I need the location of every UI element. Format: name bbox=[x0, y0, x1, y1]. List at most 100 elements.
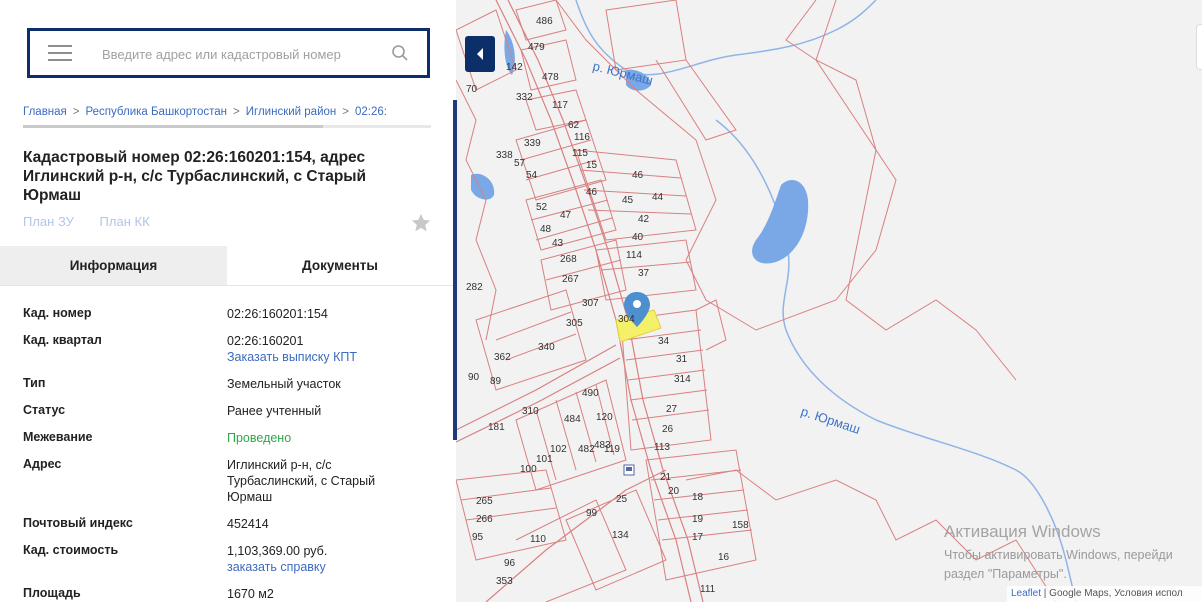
plan-kk-link[interactable]: План КК bbox=[100, 214, 150, 229]
river-label: р. Юрмаш bbox=[591, 58, 654, 87]
menu-icon[interactable] bbox=[48, 45, 72, 63]
parcel-number: 46 bbox=[632, 170, 644, 181]
prop-cad-cost: Кад. стоимость 1,103,369.00 руб. заказать… bbox=[23, 543, 433, 586]
search-icon[interactable] bbox=[391, 44, 409, 62]
chevron-left-icon bbox=[477, 48, 483, 60]
parcel-number: 44 bbox=[652, 192, 664, 203]
prop-type: Тип Земельный участок bbox=[23, 376, 341, 391]
river-label: р. Юрмаш bbox=[799, 404, 862, 437]
parcel-number: 25 bbox=[616, 494, 628, 505]
parcel-number: 478 bbox=[542, 72, 559, 83]
breadcrumb-quarter[interactable]: 02:26: bbox=[355, 106, 387, 118]
road bbox=[485, 469, 667, 602]
breadcrumb-home[interactable]: Главная bbox=[23, 106, 67, 118]
parcel-number: 115 bbox=[572, 148, 588, 159]
parcel-number: 265 bbox=[476, 496, 493, 507]
parcel-number: 267 bbox=[562, 274, 579, 285]
collapse-panel-button[interactable] bbox=[465, 36, 495, 72]
parcel-number: 26 bbox=[662, 424, 674, 435]
parcel-number: 490 bbox=[582, 388, 599, 399]
prop-area: Площадь 1670 м2 bbox=[23, 586, 274, 601]
parcel-number: 43 bbox=[552, 238, 564, 249]
leaflet-link[interactable]: Leaflet bbox=[1011, 588, 1041, 599]
breadcrumb-region[interactable]: Республика Башкортостан bbox=[86, 106, 228, 118]
parcel-number: 27 bbox=[666, 404, 678, 415]
parcel-number: 62 bbox=[568, 120, 580, 131]
parcel-number: 57 bbox=[514, 158, 526, 169]
lake bbox=[752, 180, 809, 264]
river bbox=[575, 0, 877, 76]
parcel-number: 17 bbox=[692, 532, 704, 543]
parcel-number: 42 bbox=[638, 214, 650, 225]
road bbox=[456, 357, 621, 443]
parcel-number: 101 bbox=[536, 454, 553, 465]
breadcrumb: Главная > Республика Башкортостан > Иглински… bbox=[23, 106, 387, 118]
parcel-number: 338 bbox=[496, 150, 513, 161]
parcel-number: 47 bbox=[560, 210, 572, 221]
search-input[interactable] bbox=[100, 42, 374, 66]
parcel-number: 305 bbox=[566, 318, 583, 329]
prop-survey: Межевание Проведено bbox=[23, 430, 292, 445]
tab-documents[interactable]: Документы bbox=[227, 246, 453, 285]
prop-status: Статус Ранее учтенный bbox=[23, 403, 322, 418]
parcels-east bbox=[575, 0, 757, 581]
map-canvas[interactable]: р. Юрмаш р. Юрмаш 486 479 478 142 70 332 11762… bbox=[456, 0, 1202, 602]
parcel-number: 314 bbox=[674, 374, 691, 385]
boundary bbox=[456, 79, 497, 341]
parcel-number: 45 bbox=[622, 195, 634, 206]
tab-info[interactable]: Информация bbox=[0, 246, 227, 285]
parcel-number: 54 bbox=[526, 170, 538, 181]
boundary bbox=[555, 0, 897, 331]
favorite-star-icon[interactable] bbox=[410, 212, 432, 234]
parcel-number: 266 bbox=[476, 514, 493, 525]
parcel-number: 332 bbox=[516, 92, 533, 103]
map-control[interactable] bbox=[1196, 24, 1202, 70]
breadcrumb-district[interactable]: Иглинский район bbox=[246, 106, 336, 118]
parcel-number: 18 bbox=[692, 492, 704, 503]
parcel-number: 110 bbox=[530, 534, 546, 545]
parcel-number: 482 bbox=[578, 444, 595, 455]
parcel-number: 90 bbox=[468, 372, 480, 383]
parcel-number: 268 bbox=[560, 254, 577, 265]
parcel-number: 46 bbox=[586, 187, 598, 198]
parcel-number: 15 bbox=[586, 160, 598, 171]
parcel-number: 307 bbox=[582, 298, 599, 309]
parcel-number: 158 bbox=[732, 520, 749, 531]
windows-activation-watermark: Активация Windows Чтобы активировать Win… bbox=[944, 522, 1173, 581]
parcel-number: 70 bbox=[466, 84, 478, 95]
parcel-number: 116 bbox=[574, 132, 590, 143]
parcel-number: 34 bbox=[658, 336, 670, 347]
road bbox=[507, 0, 704, 602]
order-certificate-link[interactable]: заказать справку bbox=[227, 559, 433, 575]
panel-scrollbar[interactable] bbox=[453, 100, 457, 440]
parcel-number: 96 bbox=[504, 558, 516, 569]
info-panel: Главная>Республика Башкортостан>Иглински… bbox=[0, 0, 456, 602]
parcel-number: 117 bbox=[552, 100, 568, 111]
breadcrumb-scrollbar[interactable] bbox=[23, 125, 431, 128]
parcel-labels: 486 479 478 142 70 332 11762116 115 338 339 5754 15… bbox=[466, 16, 749, 595]
parcel-number: 119 bbox=[604, 444, 620, 455]
bus-stop-icon bbox=[623, 464, 635, 476]
cadastral-map[interactable]: р. Юрмаш р. Юрмаш 486 479 478 142 70 332 117 62… bbox=[456, 0, 1202, 602]
parcel-number: 134 bbox=[612, 530, 629, 541]
parcel-number: 52 bbox=[536, 202, 548, 213]
parcel-number: 304 bbox=[618, 314, 635, 325]
parcel-number: 113 bbox=[654, 442, 670, 453]
parcel-number: 40 bbox=[632, 232, 644, 243]
parcel-number: 340 bbox=[538, 342, 555, 353]
search-box bbox=[27, 28, 430, 78]
parcel-number: 181 bbox=[488, 422, 505, 433]
parcel-number: 48 bbox=[540, 224, 552, 235]
parcel-number: 111 bbox=[700, 584, 716, 595]
parcel-number: 310 bbox=[522, 406, 539, 417]
tab-bar: Информация Документы bbox=[0, 246, 453, 286]
parcel-number: 142 bbox=[506, 62, 523, 73]
parcel-number: 37 bbox=[638, 268, 650, 279]
plan-links: План ЗУ План КК bbox=[23, 214, 172, 229]
order-kpt-link[interactable]: Заказать выписку КПТ bbox=[227, 349, 433, 365]
parcel-number: 353 bbox=[496, 576, 513, 587]
prop-cad-quarter: Кад. квартал 02:26:160201 Заказать выписк… bbox=[23, 333, 433, 376]
plan-zu-link[interactable]: План ЗУ bbox=[23, 214, 74, 229]
prop-address: Адрес Иглинский р-н, с/с Турбаслинский, … bbox=[23, 457, 376, 504]
parcel-number: 479 bbox=[528, 42, 545, 53]
